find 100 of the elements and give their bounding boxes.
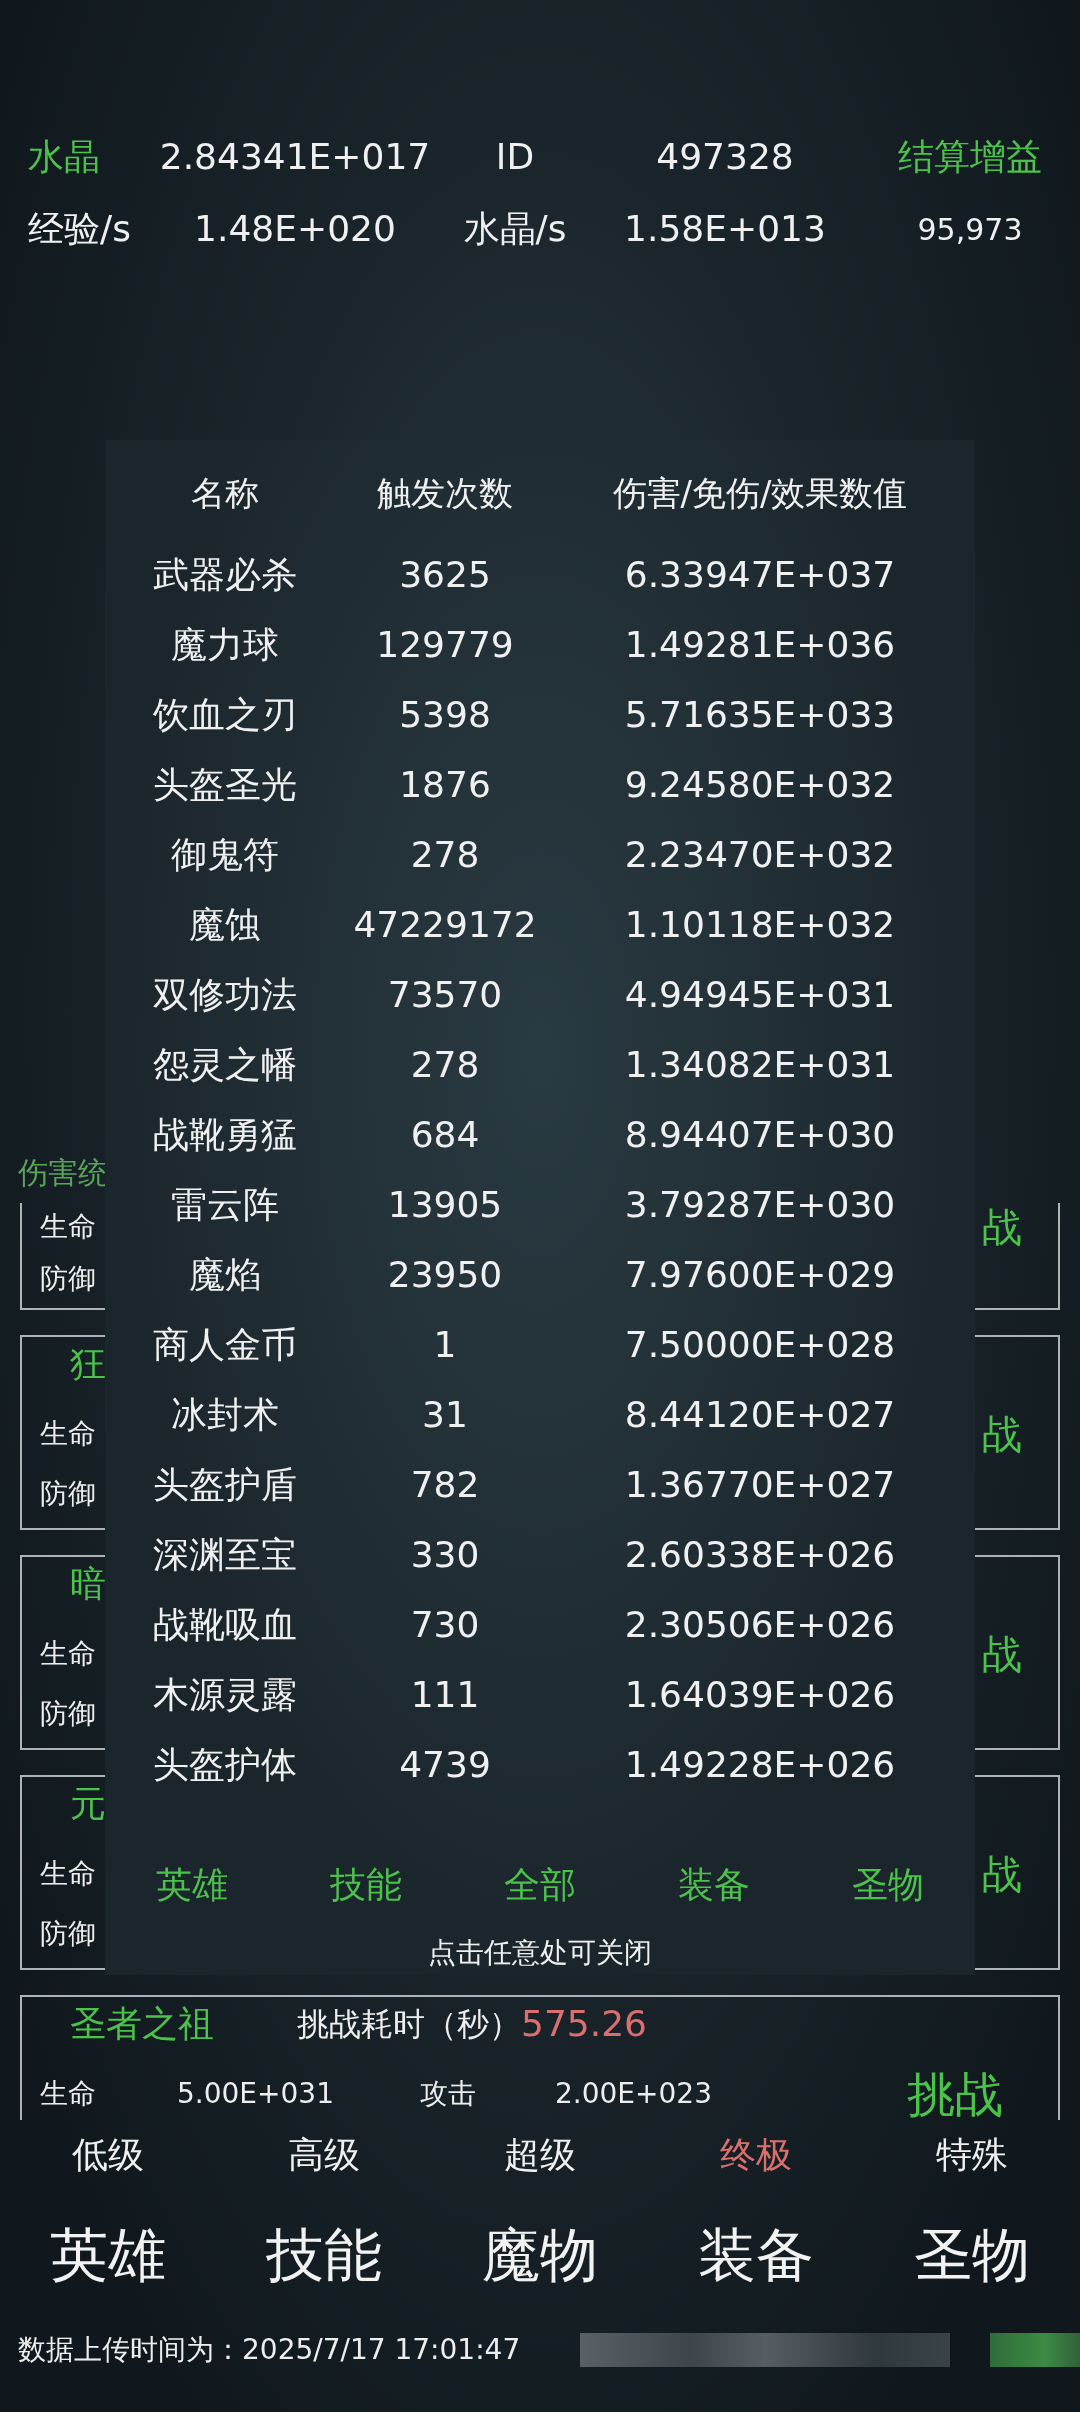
table-cell-text: 730 <box>409 1603 481 1647</box>
table-cell-text: 怨灵之幡 <box>152 1043 298 1087</box>
table-cell-text: 5.71635E+033 <box>623 693 897 737</box>
section-label: 伤害统 <box>18 1153 108 1192</box>
boss-name: 圣者之祖 <box>70 2002 215 2046</box>
stat-value: 5.00E+031 <box>177 2076 335 2112</box>
level-tab[interactable]: 超级 <box>432 2120 648 2190</box>
table-cell-text: 1.64039E+026 <box>623 1673 897 1717</box>
upload-time: 数据上传时间为：2025/7/17 17:01:47 <box>18 2332 521 2368</box>
level-tab[interactable]: 终极 <box>648 2120 864 2190</box>
table-cell-text: 头盔护盾 <box>152 1463 298 1507</box>
filter-tab[interactable]: 圣物 <box>801 1858 975 1912</box>
column-header: 名称 <box>190 471 260 515</box>
stat-value: 95,973 <box>917 210 1023 249</box>
table-cell-text: 商人金币 <box>152 1323 298 1367</box>
table-cell-text: 饮血之刃 <box>152 693 298 737</box>
table-cell-text: 1.49281E+036 <box>623 623 897 667</box>
stat-label: 生命 <box>40 1416 96 1452</box>
level-tab[interactable]: 低级 <box>0 2120 216 2190</box>
stat-value: 1.48E+020 <box>194 207 396 251</box>
table-cell-text: 111 <box>409 1673 481 1717</box>
filter-tab[interactable]: 英雄 <box>105 1858 279 1912</box>
table-cell-text: 6.33947E+037 <box>623 553 897 597</box>
table-cell-text: 7.97600E+029 <box>623 1253 897 1297</box>
stat-value: 1.58E+013 <box>624 207 826 251</box>
nav-tab[interactable]: 技能 <box>216 2210 432 2300</box>
level-tab[interactable]: 特殊 <box>864 2120 1080 2190</box>
table-cell-text: 2.60338E+026 <box>623 1533 897 1577</box>
level-tab[interactable]: 高级 <box>216 2120 432 2190</box>
table-cell-text: 278 <box>409 833 481 877</box>
filter-tab[interactable]: 全部 <box>453 1858 627 1912</box>
table-cell-text: 1 <box>432 1323 458 1367</box>
table-cell-text: 7.50000E+028 <box>623 1323 897 1367</box>
column-header: 触发次数 <box>376 471 514 515</box>
time-label: 挑战耗时（秒） <box>297 2004 521 2045</box>
table-cell-text: 雷云阵 <box>170 1183 280 1227</box>
nav-tab[interactable]: 圣物 <box>864 2210 1080 2300</box>
table-cell-text: 深渊至宝 <box>152 1533 298 1577</box>
table-cell-text: 双修功法 <box>152 973 298 1017</box>
boss-name: 狂 <box>70 1342 106 1386</box>
boss-name: 元 <box>70 1782 106 1826</box>
filter-tab[interactable]: 技能 <box>279 1858 453 1912</box>
challenge-button[interactable]: 挑战 <box>907 2058 1003 2120</box>
boss-name: 暗 <box>70 1562 106 1606</box>
stat-value: 2.84341E+017 <box>159 135 431 179</box>
table-cell-text: 1.49228E+026 <box>623 1743 897 1787</box>
table-cell-text: 头盔护体 <box>152 1743 298 1787</box>
table-cell-text: 330 <box>409 1533 481 1577</box>
table-cell-text: 魔力球 <box>170 623 280 667</box>
table-cell-text: 武器必杀 <box>152 553 298 597</box>
table-cell-text: 129779 <box>375 623 515 667</box>
stat-value: ID <box>495 135 535 179</box>
table-cell-text: 684 <box>409 1113 481 1157</box>
table-cell-text: 2.30506E+026 <box>623 1603 897 1647</box>
table-cell-text: 8.44120E+027 <box>623 1393 897 1437</box>
table-cell-text: 3.79287E+030 <box>623 1183 897 1227</box>
table-cell-text: 冰封术 <box>170 1393 280 1437</box>
table-cell-text: 23950 <box>386 1253 504 1297</box>
table-cell-text: 4.94945E+031 <box>623 973 897 1017</box>
stat-value: 水晶/s <box>463 207 567 251</box>
stat-label: 生命 <box>40 1209 96 1245</box>
table-cell-text: 1.36770E+027 <box>623 1463 897 1507</box>
nav-tab[interactable]: 魔物 <box>432 2210 648 2300</box>
table-cell-text: 1.34082E+031 <box>623 1043 897 1087</box>
table-cell-text: 战靴勇猛 <box>152 1113 298 1157</box>
table-cell-text: 31 <box>421 1393 469 1437</box>
filter-tab[interactable]: 装备 <box>627 1858 801 1912</box>
stat-label: 防御 <box>40 1696 96 1732</box>
table-cell-text: 278 <box>409 1043 481 1087</box>
table-cell-text: 9.24580E+032 <box>623 763 897 807</box>
table-cell-text: 8.94407E+030 <box>623 1113 897 1157</box>
challenge-button[interactable]: 战 <box>982 1844 1022 1904</box>
table-cell-text: 73570 <box>386 973 504 1017</box>
stat-label: 生命 <box>40 1856 96 1892</box>
table-cell-text: 头盔圣光 <box>152 763 298 807</box>
table-cell-text: 13905 <box>386 1183 504 1227</box>
challenge-button[interactable]: 战 <box>982 1624 1022 1684</box>
stat-label: 防御 <box>40 1261 96 1297</box>
table-cell-text: 782 <box>409 1463 481 1507</box>
table-cell-text: 御鬼符 <box>170 833 280 877</box>
nav-tab[interactable]: 装备 <box>648 2210 864 2300</box>
table-cell-text: 3625 <box>398 553 492 597</box>
table-cell-text: 5398 <box>398 693 492 737</box>
challenge-button[interactable]: 战 <box>982 1404 1022 1464</box>
close-hint: 点击任意处可关闭 <box>428 1934 652 1971</box>
stat-label: 水晶 <box>28 135 100 179</box>
table-cell-text: 魔蚀 <box>188 903 262 947</box>
stat-label: 生命 <box>40 1636 96 1672</box>
stat-value: 经验/s <box>28 207 131 251</box>
stat-label: 结算增益 <box>898 135 1042 179</box>
nav-tab[interactable]: 英雄 <box>0 2210 216 2300</box>
challenge-button[interactable]: 战 <box>982 1203 1022 1257</box>
stat-value: 2.00E+023 <box>555 2076 713 2112</box>
table-cell-text: 1876 <box>398 763 492 807</box>
stat-value: 497328 <box>656 135 794 179</box>
table-cell-text: 战靴吸血 <box>152 1603 298 1647</box>
table-cell-text: 魔焰 <box>188 1253 262 1297</box>
time-value: 575.26 <box>521 2002 647 2046</box>
table-cell-text: 1.10118E+032 <box>623 903 897 947</box>
stat-label: 生命 <box>40 2076 97 2112</box>
